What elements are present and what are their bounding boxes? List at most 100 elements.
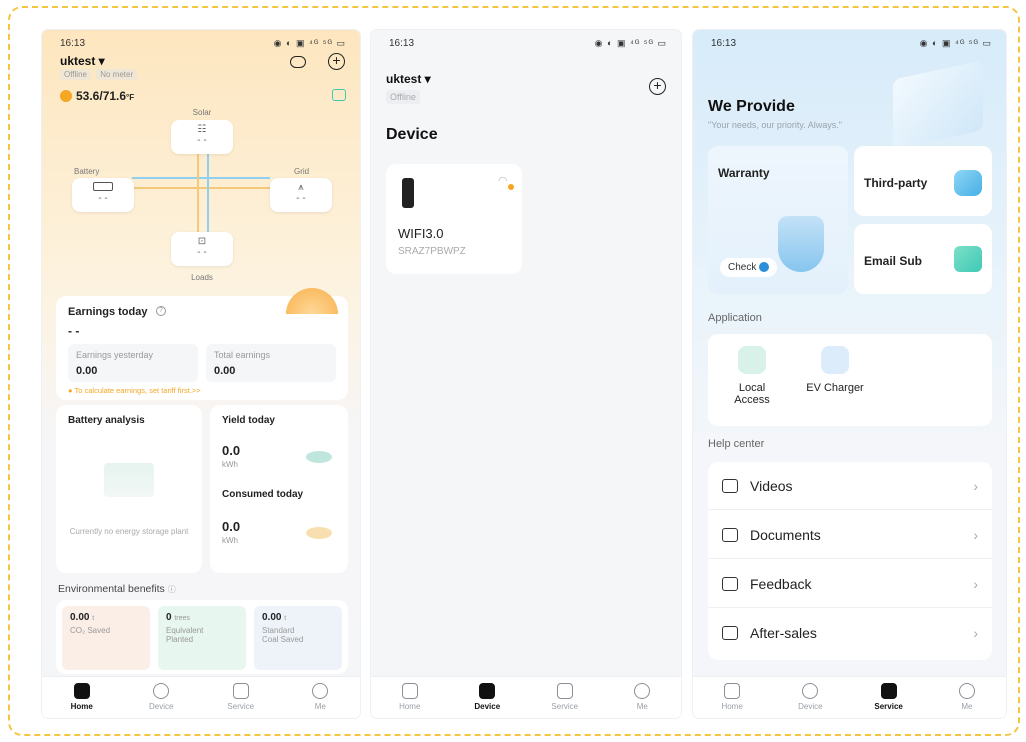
tab-home-label: Home — [721, 702, 743, 711]
add-plant-icon[interactable]: + — [328, 53, 345, 70]
solar-value: - - — [197, 135, 207, 146]
tab-device[interactable]: Device — [449, 677, 527, 718]
email-sub-card[interactable]: Email Sub — [854, 224, 992, 294]
plant-selector[interactable]: uktest ▾ — [60, 54, 105, 68]
grid-node[interactable]: ⩚ - - — [270, 178, 332, 212]
help-item-after-sales[interactable]: After-sales › — [708, 609, 992, 657]
email-sub-title: Email Sub — [864, 254, 923, 268]
refresh-icon[interactable] — [332, 89, 346, 101]
sun-decoration-icon — [286, 288, 338, 314]
plant-status: Offline No meter — [60, 69, 138, 80]
loads-label: Loads — [191, 273, 213, 282]
tariff-tip[interactable]: ● To calculate earnings, set tariff firs… — [68, 386, 201, 395]
help-center-header: Help center — [708, 438, 765, 450]
me-icon — [958, 683, 975, 699]
environment-card: 0.00 t CO₂ Saved 0 trees Equivalent Plan… — [56, 600, 348, 674]
local-access-label: Local Access — [734, 382, 770, 406]
tab-me[interactable]: Me — [928, 677, 1006, 718]
tariff-tip-text: To calculate earnings, set tariff first.… — [74, 386, 201, 395]
co2-label: CO₂ Saved — [70, 626, 111, 635]
consumed-icon — [306, 527, 332, 539]
tab-service[interactable]: Service — [201, 677, 281, 718]
message-icon[interactable] — [290, 56, 306, 68]
status-bar: 16:13 ◉ ◐ ▣ ⁴ᴳ ⁵ᴳ ▭ — [693, 38, 1006, 54]
grid-value: - - — [296, 193, 306, 204]
service-screen: 16:13 ◉ ◐ ▣ ⁴ᴳ ⁵ᴳ ▭ We Provide "Your nee… — [693, 30, 1006, 718]
tab-me-label: Me — [636, 702, 648, 711]
loads-node[interactable]: ⊡ - - — [171, 232, 233, 266]
tab-device[interactable]: Device — [771, 677, 849, 718]
tab-service[interactable]: Service — [850, 677, 928, 718]
flow-line-v — [197, 148, 199, 238]
help-item-videos[interactable]: Videos › — [708, 462, 992, 510]
device-name: WIFI3.0 — [398, 226, 444, 241]
battery-node[interactable]: - - — [72, 178, 134, 212]
grid-tower-icon: ⩚ — [298, 182, 304, 193]
battery-value: - - — [98, 193, 108, 204]
tab-device-label: Device — [149, 702, 174, 711]
coal-value: 0.00 t — [262, 612, 286, 623]
battery-illustration-icon — [104, 463, 154, 497]
chevron-right-icon: › — [973, 526, 978, 543]
local-access-app[interactable]: Local Access — [722, 346, 782, 406]
check-button[interactable]: Check — [720, 258, 778, 277]
yield-value: 0.0 — [222, 443, 241, 458]
tab-home[interactable]: Home — [693, 677, 771, 718]
weather-temp: 53.6/71.6°F — [76, 89, 134, 103]
shield-icon — [778, 216, 824, 272]
help-item-label: After-sales — [750, 625, 817, 641]
page-title: We Provide — [708, 98, 795, 115]
ev-charger-app[interactable]: EV Charger — [800, 346, 870, 394]
tab-bar: Home Device Service Me — [693, 676, 1006, 718]
help-center-card: Videos › Documents › Feedback › After-sales… — [708, 462, 992, 660]
help-item-feedback[interactable]: Feedback › — [708, 560, 992, 608]
application-header: Application — [708, 312, 762, 324]
tab-device[interactable]: Device — [122, 677, 202, 718]
tab-home[interactable]: Home — [42, 677, 122, 718]
tab-service-label: Service — [874, 702, 903, 711]
help-item-documents[interactable]: Documents › — [708, 511, 992, 559]
co2-number: 0.00 — [70, 612, 90, 623]
battery-icon — [93, 182, 113, 191]
weather-unit: °F — [126, 93, 135, 102]
me-icon — [634, 683, 651, 699]
device-icon — [153, 683, 170, 699]
help-icon[interactable]: ? — [156, 306, 166, 316]
service-icon — [232, 683, 249, 699]
page-subtitle: "Your needs, our priority. Always." — [708, 120, 842, 130]
yield-icon — [306, 451, 332, 463]
status-icons: ◉ ◐ ▣ ⁴ᴳ ⁵ᴳ ▭ — [594, 38, 667, 48]
trees-unit: trees — [174, 615, 190, 622]
signal-icon: ◠ — [498, 175, 508, 187]
battery-analysis-card[interactable]: Battery analysis Currently no energy sto… — [56, 405, 202, 573]
chevron-right-icon: › — [973, 575, 978, 592]
earnings-title: Earnings today — [68, 306, 148, 318]
tab-service-label: Service — [551, 702, 579, 711]
earnings-card[interactable]: Earnings today ? - - Earnings yesterday … — [56, 288, 348, 400]
tab-service-label: Service — [227, 702, 255, 711]
help-item-label: Videos — [750, 477, 793, 494]
service-icon — [556, 683, 573, 699]
environment-title-text: Environmental benefits — [58, 583, 165, 595]
solar-node[interactable]: ☷ - - — [171, 120, 233, 154]
tab-me[interactable]: Me — [604, 677, 682, 718]
environment-help-icon[interactable]: ⓘ — [168, 585, 176, 594]
status-icons: ◉ ◐ ▣ ⁴ᴳ ⁵ᴳ ▭ — [919, 38, 992, 48]
device-card[interactable]: ◠ WIFI3.0 SRAZ7PBWPZ — [386, 164, 522, 274]
add-device-icon[interactable]: + — [649, 78, 666, 95]
home-icon — [401, 683, 418, 699]
earnings-yesterday-value: 0.00 — [76, 365, 98, 377]
tab-service[interactable]: Service — [526, 677, 604, 718]
flow-line-h — [132, 177, 270, 179]
earnings-yesterday-box: Earnings yesterday 0.00 — [68, 344, 198, 382]
warranty-card[interactable]: Warranty Check — [708, 146, 848, 294]
consumed-title: Consumed today — [222, 489, 304, 500]
device-serial: SRAZ7PBWPZ — [398, 246, 466, 257]
third-party-card[interactable]: Third-party — [854, 146, 992, 216]
ev-charger-label: EV Charger — [806, 382, 864, 394]
plant-selector[interactable]: uktest ▾ — [386, 72, 431, 86]
tab-home[interactable]: Home — [371, 677, 449, 718]
tab-me[interactable]: Me — [281, 677, 361, 718]
energy-card[interactable]: Yield today 0.0 kWh Consumed today 0.0 k… — [210, 405, 348, 573]
device-icon — [479, 683, 496, 699]
